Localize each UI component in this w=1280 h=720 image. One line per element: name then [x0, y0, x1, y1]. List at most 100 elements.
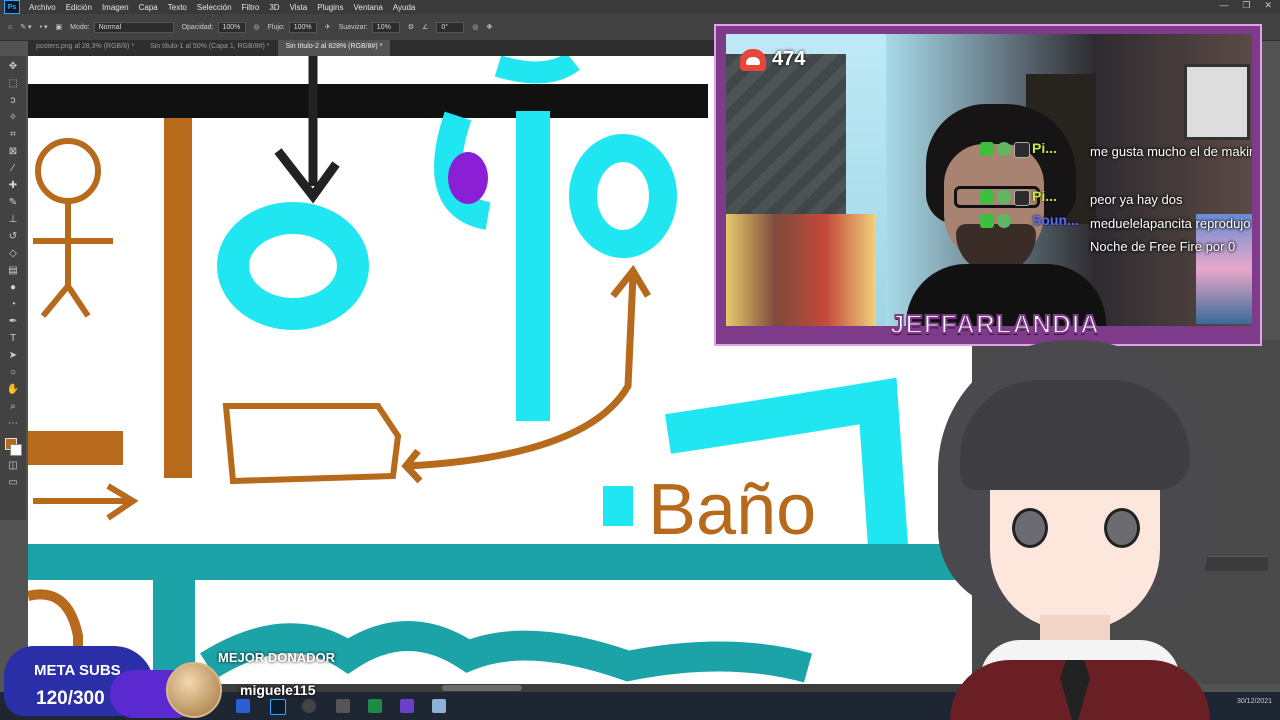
chat-text: peor ya hay dos	[1090, 192, 1183, 207]
tab-posters[interactable]: posters.png al 28,3% (RGB/8) *	[28, 40, 142, 56]
smooth-field[interactable]: 10%	[371, 21, 400, 33]
screen-mode-icon[interactable]: ▭	[6, 476, 20, 490]
menu-imagen[interactable]: Imagen	[97, 3, 134, 12]
history-brush-icon[interactable]: ↺	[6, 230, 20, 244]
home-icon[interactable]: ⌂	[8, 24, 12, 31]
bot-badge-icon	[997, 214, 1011, 228]
marquee-tool-icon[interactable]: ⬚	[6, 77, 20, 91]
airbrush-icon[interactable]: ✈	[325, 23, 331, 31]
brown-box	[222, 403, 402, 485]
brush-tool-icon[interactable]: ✎ ▾	[20, 23, 31, 31]
chat-overlay: Pi... me gusta mucho el de makima Pi... …	[980, 138, 1252, 254]
tab-sin-titulo-2[interactable]: Sin título-2 al 828% (RGB/8#) *	[277, 40, 391, 56]
opacity-label: Opacidad:	[181, 23, 214, 31]
brown-wall	[164, 118, 192, 478]
viewer-count: 474	[772, 48, 806, 70]
angle-field[interactable]: 0°	[436, 21, 465, 33]
chat-message: Soun... meduelelapancita reprodujo Noche…	[980, 210, 1252, 254]
menu-filtro[interactable]: Filtro	[237, 3, 265, 12]
healing-tool-icon[interactable]: ✚	[6, 179, 20, 193]
chat-username: Soun...	[1032, 212, 1079, 228]
flow-field[interactable]: 100%	[288, 21, 317, 33]
eyedropper-tool-icon[interactable]: ⁄	[6, 162, 20, 176]
cyan-ring	[217, 202, 369, 330]
menu-bar: Ps Archivo Edición Imagen Capa Texto Sel…	[0, 0, 1280, 14]
menu-texto[interactable]: Texto	[163, 3, 192, 12]
path-select-icon[interactable]: ➤	[6, 349, 20, 363]
menu-edicion[interactable]: Edición	[61, 3, 97, 12]
close-icon[interactable]: ✕	[1264, 0, 1272, 11]
menu-plugins[interactable]: Plugins	[312, 3, 348, 12]
mode-select[interactable]: Normal	[93, 21, 174, 33]
move-tool-icon[interactable]: ✥	[6, 60, 20, 74]
donor-coin-icon	[166, 662, 222, 718]
settings-gear-icon[interactable]: ⚙	[408, 23, 414, 31]
menu-capa[interactable]: Capa	[134, 3, 163, 12]
color-swatches[interactable]	[5, 438, 22, 456]
menu-ayuda[interactable]: Ayuda	[388, 3, 421, 12]
lasso-tool-icon[interactable]: ↄ	[6, 94, 20, 108]
top-donor-label: MEJOR DONADOR	[218, 650, 336, 665]
scroll-thumb[interactable]	[442, 685, 522, 691]
goal-title: META SUBS	[34, 662, 121, 679]
quick-mask-icon[interactable]: ◫	[6, 459, 20, 473]
background-color-swatch[interactable]	[10, 444, 22, 456]
goal-count: 120/300	[36, 688, 105, 709]
blur-tool-icon[interactable]: ●	[6, 281, 20, 295]
more-tools-icon[interactable]: ⋯	[6, 417, 20, 431]
explorer-icon[interactable]	[432, 699, 446, 713]
pen-tool-icon[interactable]: ✒	[6, 315, 20, 329]
pressure-size-icon[interactable]: ◎	[472, 23, 478, 31]
shape-tool-icon[interactable]: ○	[6, 366, 20, 380]
hand-tool-icon[interactable]: ✋	[6, 383, 20, 397]
brush-size-icon[interactable]: • ▾	[40, 23, 48, 31]
menu-seleccion[interactable]: Selección	[192, 3, 237, 12]
opacity-field[interactable]: 100%	[217, 21, 246, 33]
angle-icon[interactable]: ∠	[422, 23, 428, 31]
menu-ventana[interactable]: Ventana	[348, 3, 387, 12]
type-tool-icon[interactable]: T	[6, 332, 20, 346]
menu-archivo[interactable]: Archivo	[24, 3, 61, 12]
brush-panel-icon[interactable]: ▣	[55, 23, 62, 31]
mode-label: Modo:	[70, 23, 90, 31]
tab-sin-titulo-1[interactable]: Sin título-1 al 50% (Capa 1, RGB/8#) *	[142, 40, 277, 56]
chat-text: meduelelapancita reprodujo Noche de Free…	[1090, 216, 1251, 254]
brown-bar	[28, 431, 123, 465]
wall-frame	[1184, 64, 1250, 140]
avatar-bangs	[960, 380, 1190, 490]
skull-badge-icon	[1014, 142, 1030, 158]
subscriber-badge-icon	[997, 190, 1011, 204]
pressure-opacity-icon[interactable]: ◎	[254, 23, 260, 31]
cyan-loop	[569, 134, 677, 258]
black-bar	[28, 84, 708, 118]
eraser-tool-icon[interactable]: ◇	[6, 247, 20, 261]
maximize-icon[interactable]: ❐	[1242, 0, 1250, 11]
subs-goal-widget: META SUBS 120/300	[0, 640, 200, 720]
stamp-tool-icon[interactable]: ⊥	[6, 213, 20, 227]
acoustic-foam	[726, 54, 846, 214]
brush-tool-icon[interactable]: ✎	[6, 196, 20, 210]
menu-vista[interactable]: Vista	[285, 3, 313, 12]
gradient-tool-icon[interactable]: ▤	[6, 264, 20, 278]
symmetry-icon[interactable]: ✥	[486, 23, 492, 31]
frame-tool-icon[interactable]: ⊠	[6, 145, 20, 159]
crop-tool-icon[interactable]: ⌗	[6, 128, 20, 142]
dodge-tool-icon[interactable]: ◔	[6, 298, 20, 312]
chat-username: Pi...	[1032, 188, 1057, 204]
chat-message: Pi... me gusta mucho el de makima	[980, 138, 1252, 162]
quick-select-tool-icon[interactable]: ✧	[6, 111, 20, 125]
app-icon[interactable]	[400, 699, 414, 713]
chat-message: Pi... peor ya hay dos	[980, 186, 1252, 210]
webcam-feed: 474 Pi... me gusta mucho el de makima Pi…	[726, 34, 1252, 326]
menu-3d[interactable]: 3D	[264, 3, 284, 12]
black-arrow-head	[274, 148, 340, 204]
bano-label: Baño	[648, 470, 816, 550]
zoom-tool-icon[interactable]: ⌕	[6, 400, 20, 414]
flow-label: Flujo:	[267, 23, 285, 31]
live-viewers-icon	[740, 48, 766, 71]
avatar-left-eye	[1012, 508, 1048, 548]
purple-dot	[448, 152, 488, 204]
tools-panel: ✥ ⬚ ↄ ✧ ⌗ ⊠ ⁄ ✚ ✎ ⊥ ↺ ◇ ▤ ● ◔ ✒ T ➤ ○ ✋ …	[0, 56, 26, 520]
minimize-icon[interactable]: —	[1219, 0, 1228, 11]
avatar-right-eye	[1104, 508, 1140, 548]
